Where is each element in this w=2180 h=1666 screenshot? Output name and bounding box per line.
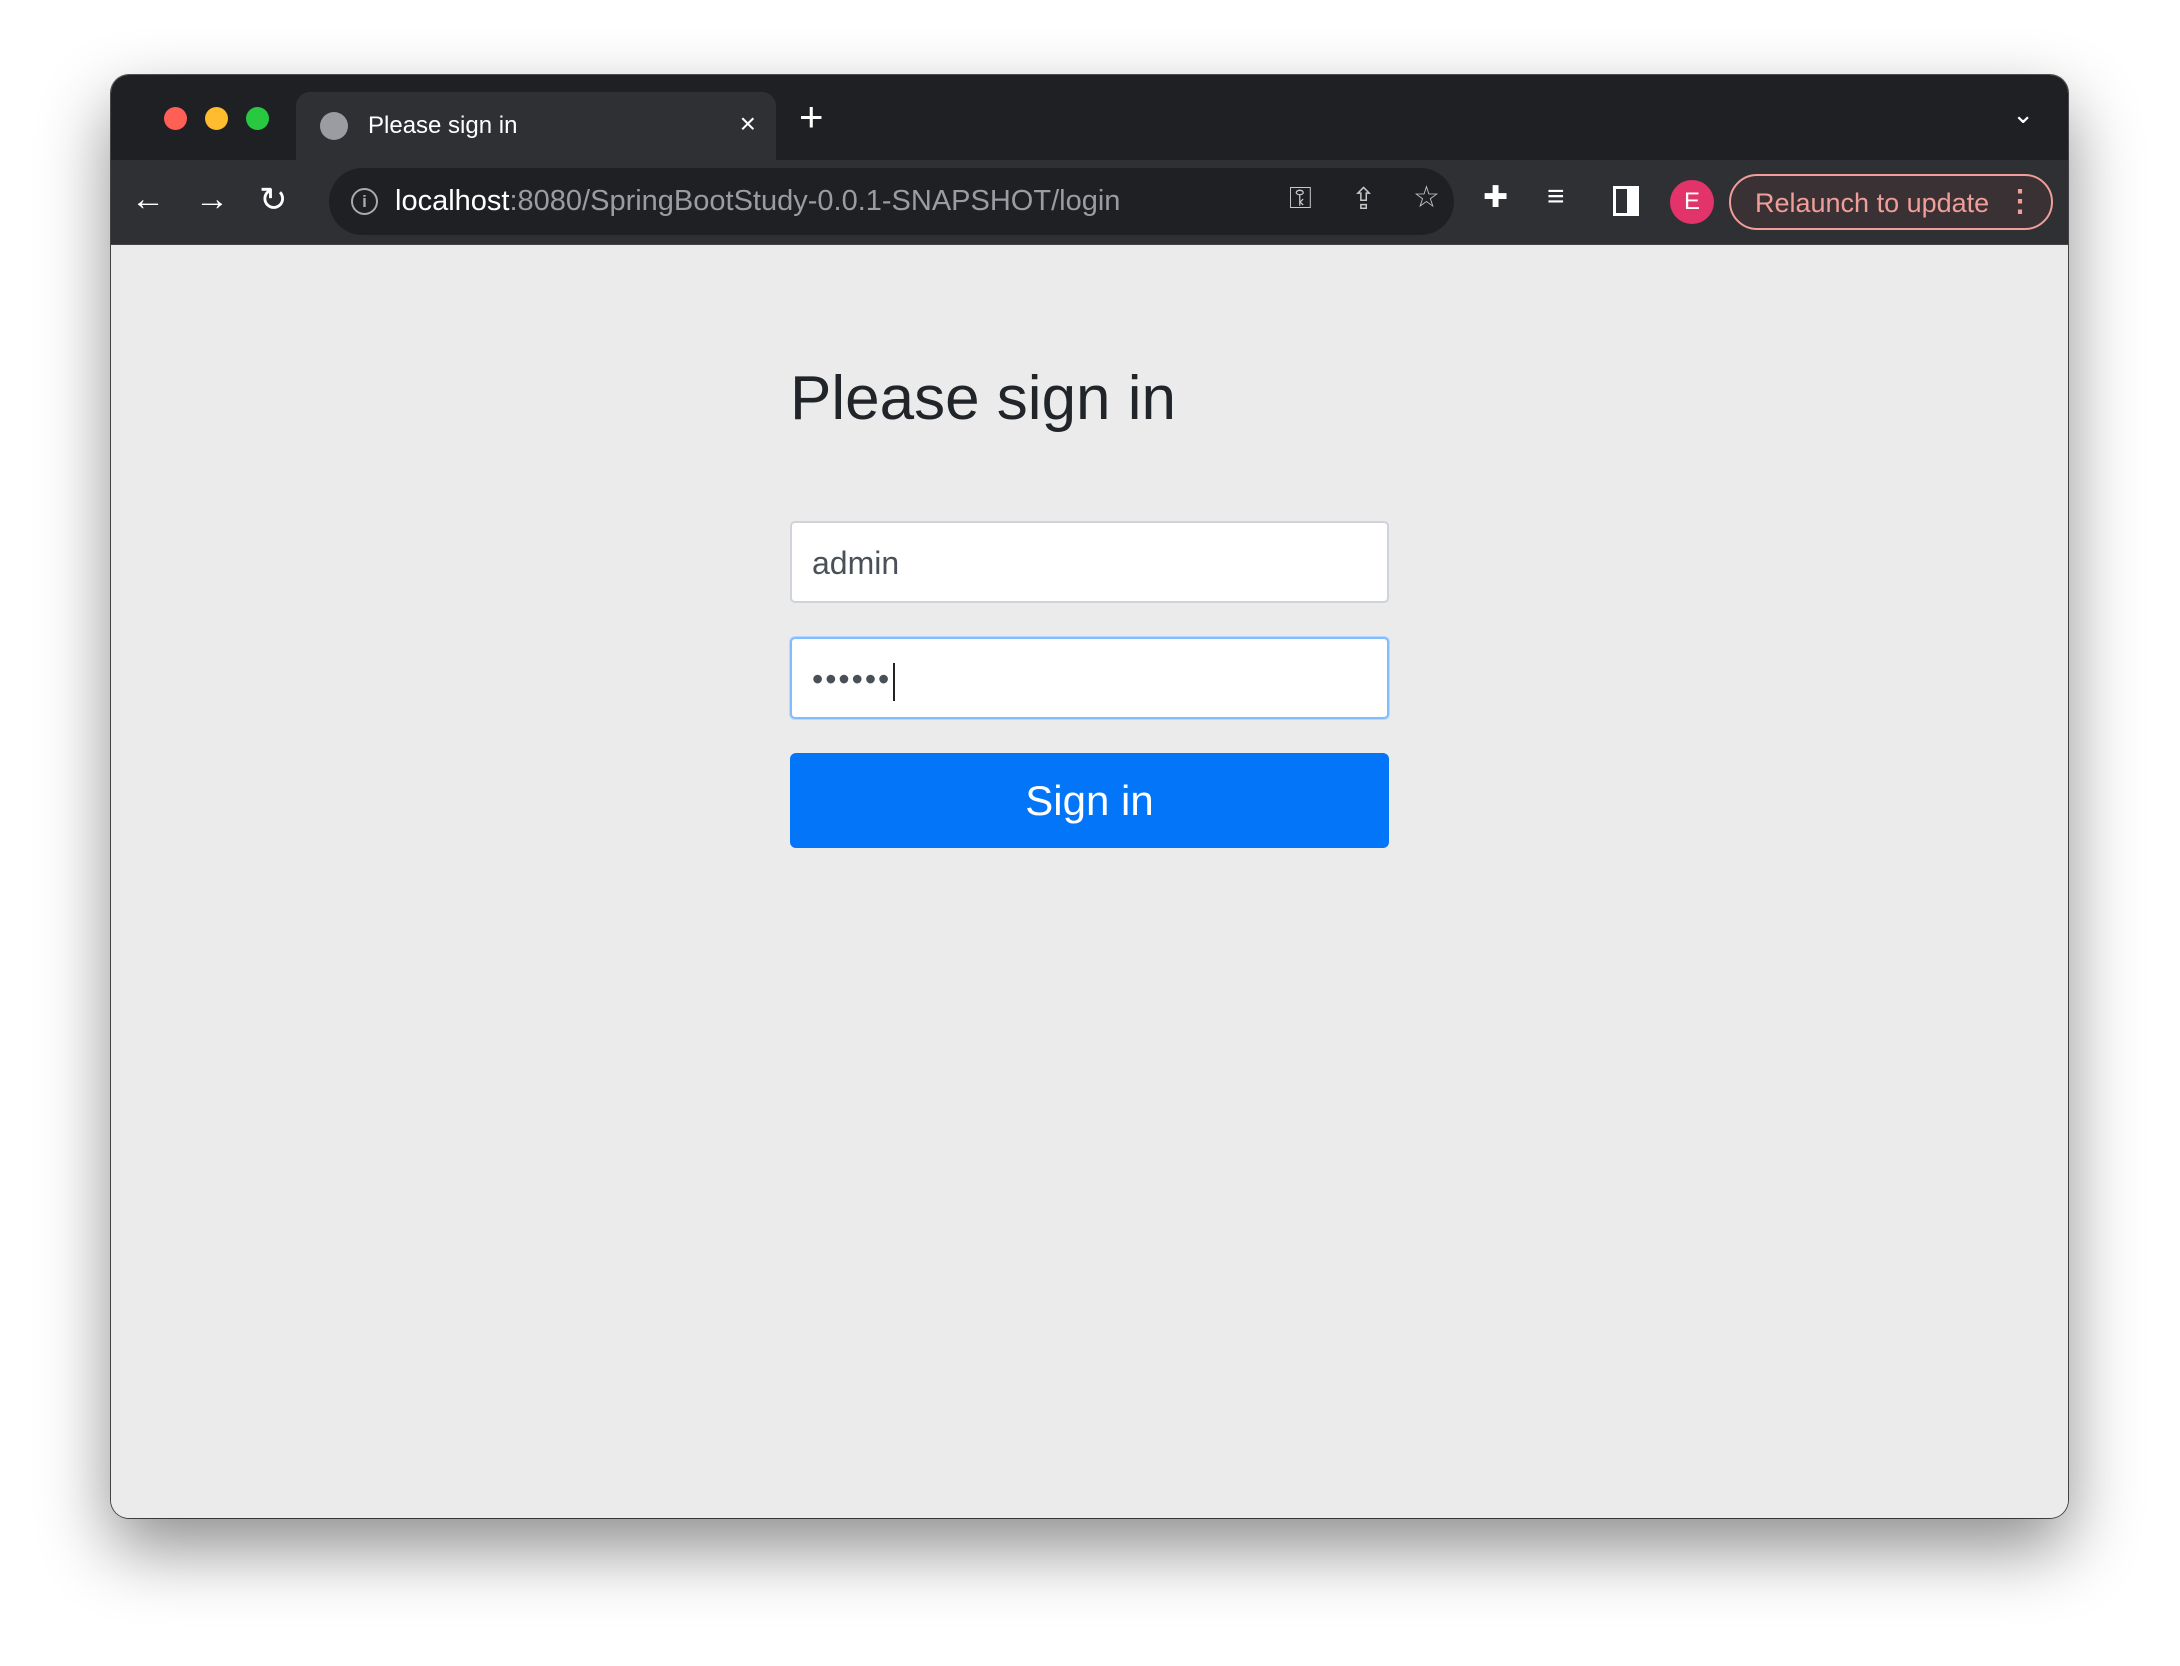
minimize-window-button[interactable]	[205, 107, 228, 130]
tab-title: Please sign in	[368, 112, 518, 139]
forward-icon[interactable]: →	[195, 180, 229, 219]
tab-search-chevron-icon[interactable]: ⌄	[2012, 99, 2034, 130]
zoom-window-button[interactable]	[246, 107, 269, 130]
page-title: Please sign in	[790, 364, 1177, 433]
username-input[interactable]: admin	[790, 521, 1389, 603]
url-text[interactable]: localhost:8080/SpringBootStudy-0.0.1-SNA…	[395, 185, 1120, 218]
avatar[interactable]: E	[1670, 180, 1714, 224]
username-value: admin	[812, 545, 900, 581]
share-icon[interactable]: ⇪	[1351, 182, 1376, 217]
tab-strip: Please sign in × + ⌄	[111, 75, 2068, 160]
address-bar[interactable]: i localhost:8080/SpringBootStudy-0.0.1-S…	[329, 168, 1454, 235]
relaunch-label: Relaunch to update	[1755, 188, 1990, 218]
browser-window: Please sign in × + ⌄ ← → ↻ i localhost:8…	[111, 75, 2068, 1518]
url-host: localhost	[395, 185, 510, 217]
url-path: :8080/SpringBootStudy-0.0.1-SNAPSHOT/log…	[509, 185, 1121, 217]
new-tab-button[interactable]: +	[799, 93, 824, 141]
reload-icon[interactable]: ↻	[259, 180, 288, 220]
side-panel-icon[interactable]	[1613, 186, 1639, 216]
star-icon[interactable]: ☆	[1413, 180, 1440, 215]
tab-please-sign-in[interactable]: Please sign in ×	[296, 92, 776, 160]
close-window-button[interactable]	[164, 107, 187, 130]
text-caret	[893, 662, 896, 701]
menu-icon[interactable]: ⋮	[2005, 184, 2035, 219]
password-value: ••••••	[812, 661, 892, 697]
globe-icon	[320, 112, 348, 140]
password-input[interactable]: ••••••	[790, 637, 1389, 719]
tab-close-icon[interactable]: ×	[740, 108, 756, 140]
extensions-icon[interactable]: ✚	[1483, 180, 1508, 215]
toolbar: ← → ↻ i localhost:8080/SpringBootStudy-0…	[111, 160, 2068, 245]
back-icon[interactable]: ←	[131, 180, 165, 219]
sign-in-button[interactable]: Sign in	[790, 753, 1389, 848]
relaunch-button[interactable]: Relaunch to update ⋮	[1729, 174, 2053, 230]
key-icon[interactable]: ⚿	[1289, 182, 1312, 216]
page-content: Please sign in admin •••••• Sign in	[111, 245, 2068, 1518]
media-icon[interactable]: ≡	[1547, 180, 1565, 214]
site-info-icon[interactable]: i	[351, 188, 378, 215]
